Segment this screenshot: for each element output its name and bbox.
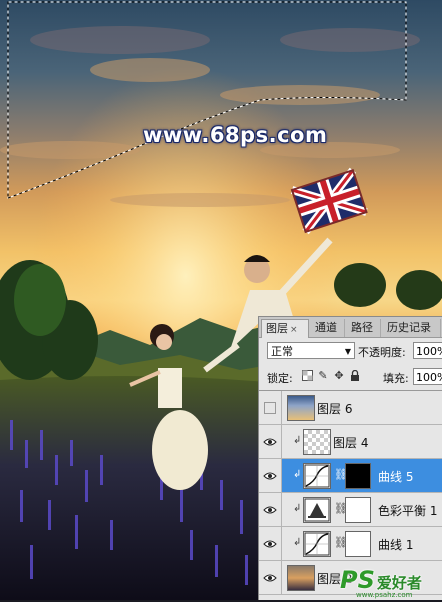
clipping-arrow-icon: ↲: [293, 435, 302, 446]
layer-row[interactable]: 图层 6: [259, 391, 442, 425]
blend-row: 正常 ▼ 不透明度: 100%: [259, 341, 442, 363]
opacity-label: 不透明度:: [358, 346, 406, 359]
site-logo: PS 爱好者: [340, 566, 422, 594]
eye-icon: [263, 466, 277, 485]
tab-paths-label: 路径: [351, 321, 373, 334]
tab-history-label: 历史记录: [387, 321, 431, 334]
visibility-toggle[interactable]: [259, 493, 282, 526]
layer-mask-thumbnail[interactable]: [345, 531, 371, 557]
layer-thumbnail: [287, 565, 315, 591]
eye-icon: [263, 500, 277, 519]
logo-url: www.psahz.com: [356, 591, 413, 599]
watermark-text: www.68ps.com: [143, 123, 328, 147]
tab-channels[interactable]: 通道: [311, 319, 345, 337]
blend-mode-select[interactable]: 正常 ▼: [267, 342, 355, 359]
clipping-arrow-icon: ↲: [293, 537, 302, 548]
curves-adjustment-icon: [303, 463, 331, 489]
tab-paths[interactable]: 路径: [347, 319, 381, 337]
logo-text: 爱好者: [376, 574, 422, 592]
layer-name: 曲线 5: [378, 470, 414, 484]
visibility-toggle[interactable]: [259, 391, 282, 424]
blend-mode-value: 正常: [271, 345, 293, 358]
layer-name: 色彩平衡 1: [378, 504, 438, 518]
tab-history[interactable]: 历史记录: [383, 319, 441, 337]
layer-thumbnail: [287, 395, 315, 421]
layer-row[interactable]: ↲ 图层 4: [259, 425, 442, 459]
layer-row[interactable]: ↲ ⛓ 曲线 5: [259, 459, 442, 493]
clipping-arrow-icon: ↲: [293, 503, 302, 514]
curves-adjustment-icon: [303, 531, 331, 557]
layer-name: 曲线 1: [378, 538, 414, 552]
opacity-input[interactable]: 100%: [413, 342, 442, 359]
layer-row[interactable]: ↲ ⛓ 曲线 1: [259, 527, 442, 561]
lock-move-icon[interactable]: ✥: [333, 370, 345, 382]
visibility-toggle[interactable]: [259, 425, 282, 458]
layer-mask-thumbnail[interactable]: [345, 497, 371, 523]
clipping-arrow-icon: ↲: [293, 469, 302, 480]
layers-panel: 图层× 通道 路径 历史记录 正常 ▼ 不透明度: 100% 锁定: ✎ ✥ 填…: [258, 316, 442, 600]
eye-icon: [263, 568, 277, 587]
layer-row[interactable]: ↲ ⛓ 色彩平衡 1: [259, 493, 442, 527]
dropdown-arrow-icon: ▼: [344, 347, 351, 356]
color-balance-adjustment-icon: [303, 497, 331, 523]
tab-layers-label: 图层: [266, 322, 288, 335]
tab-channels-label: 通道: [315, 321, 337, 334]
fill-input[interactable]: 100%: [413, 368, 442, 385]
logo-ps: PS: [340, 566, 375, 594]
hidden-eye-icon: [264, 401, 276, 414]
lock-all-icon[interactable]: [349, 369, 361, 382]
eye-icon: [263, 432, 277, 451]
layer-name: 图层 6: [317, 402, 353, 416]
layer-thumbnail: [303, 429, 331, 455]
visibility-toggle[interactable]: [259, 527, 282, 560]
lock-row: 锁定: ✎ ✥ 填充: 100%: [259, 367, 442, 387]
lock-transparent-icon[interactable]: [301, 370, 313, 382]
eye-icon: [263, 534, 277, 553]
layer-name: 图层 4: [333, 436, 369, 450]
lock-label: 锁定:: [267, 372, 293, 385]
tab-layers[interactable]: 图层 ×: [261, 319, 309, 338]
panel-tabs: 图层 × 通道 路径 历史记录: [259, 317, 442, 338]
visibility-toggle[interactable]: [259, 561, 282, 594]
layer-mask-thumbnail[interactable]: [345, 463, 371, 489]
lock-brush-icon[interactable]: ✎: [317, 370, 329, 382]
fill-label: 填充:: [383, 372, 409, 385]
visibility-toggle[interactable]: [259, 459, 282, 492]
close-icon[interactable]: ×: [290, 325, 298, 335]
